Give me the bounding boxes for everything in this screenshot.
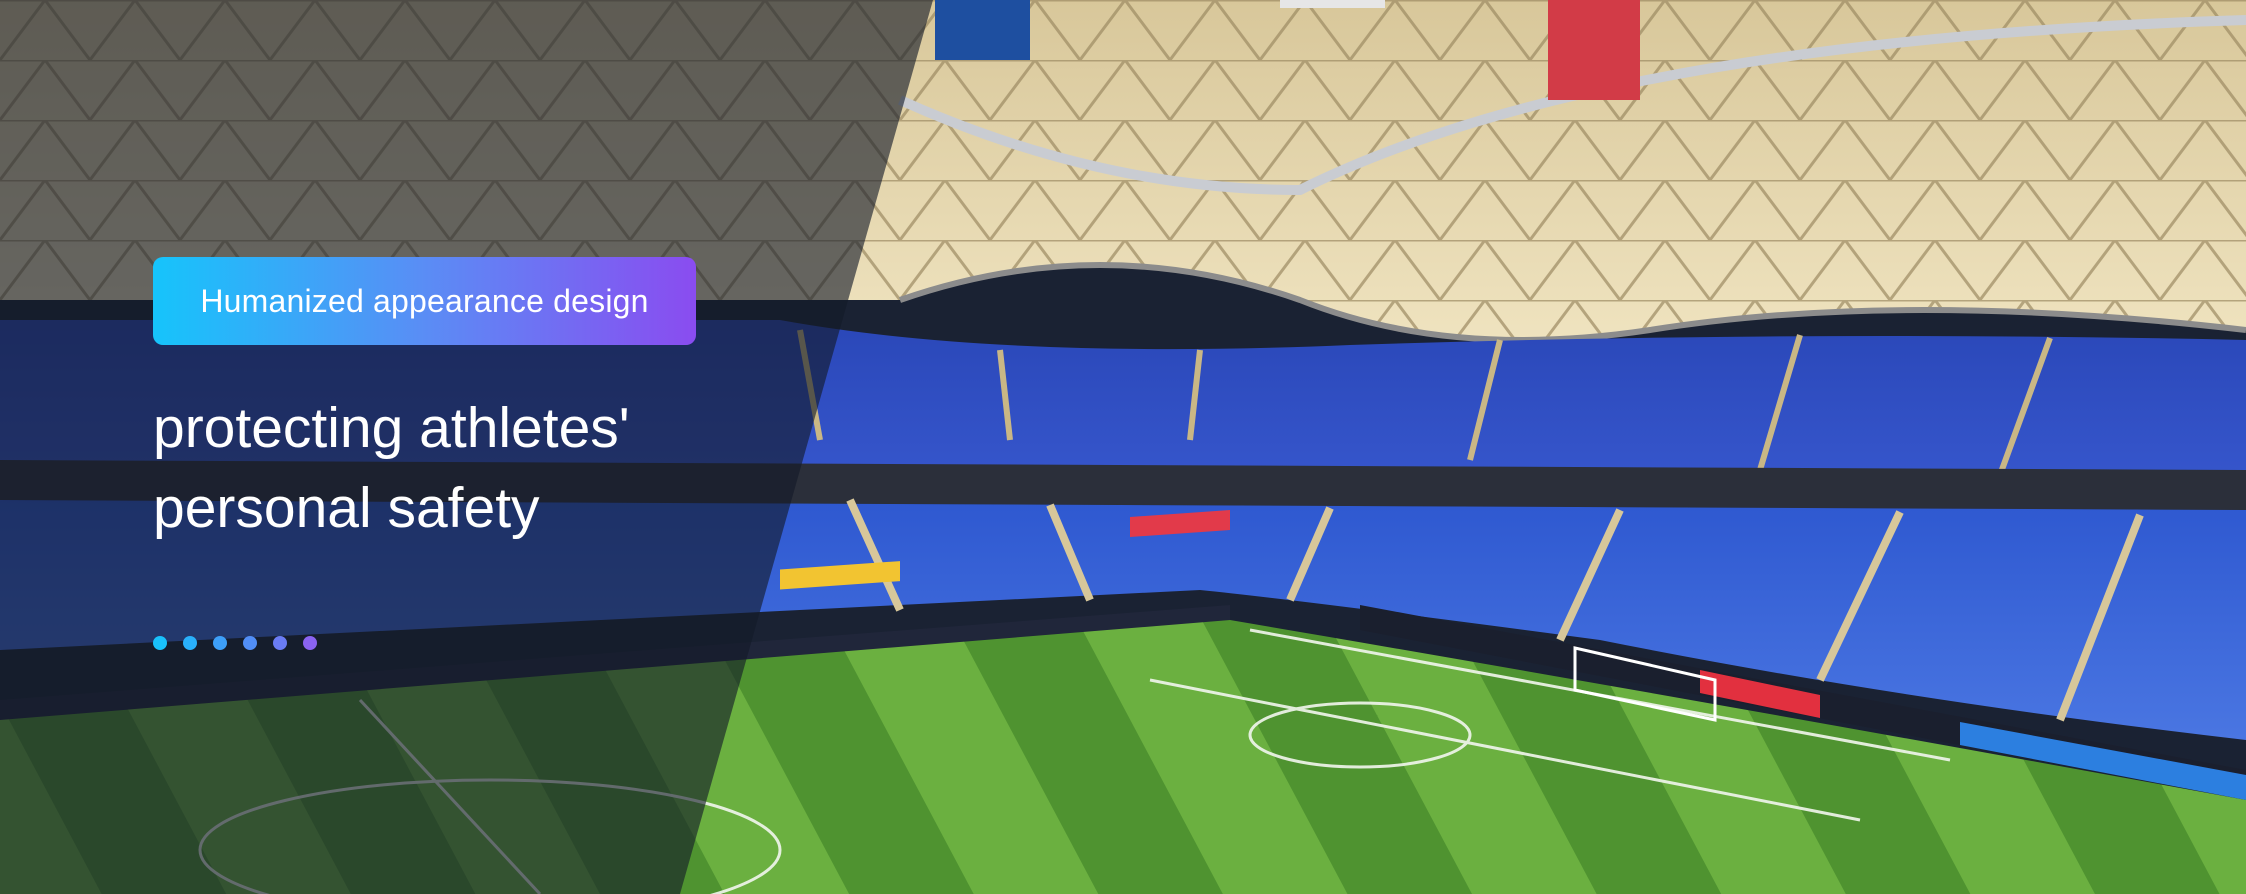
feature-badge: Humanized appearance design [153,257,696,345]
carousel-dot-5[interactable] [273,636,287,650]
hero-headline-line-1: protecting athletes' [153,396,630,460]
hero-banner: Humanized appearance design protecting a… [0,0,2246,894]
carousel-dot-4[interactable] [243,636,257,650]
carousel-pagination [153,636,317,650]
carousel-dot-3[interactable] [213,636,227,650]
hero-headline: protecting athletes' personal safety [153,388,873,548]
hero-headline-line-2: personal safety [153,476,540,540]
carousel-dot-2[interactable] [183,636,197,650]
carousel-dot-6[interactable] [303,636,317,650]
feature-badge-label: Humanized appearance design [200,282,649,319]
carousel-dot-1[interactable] [153,636,167,650]
